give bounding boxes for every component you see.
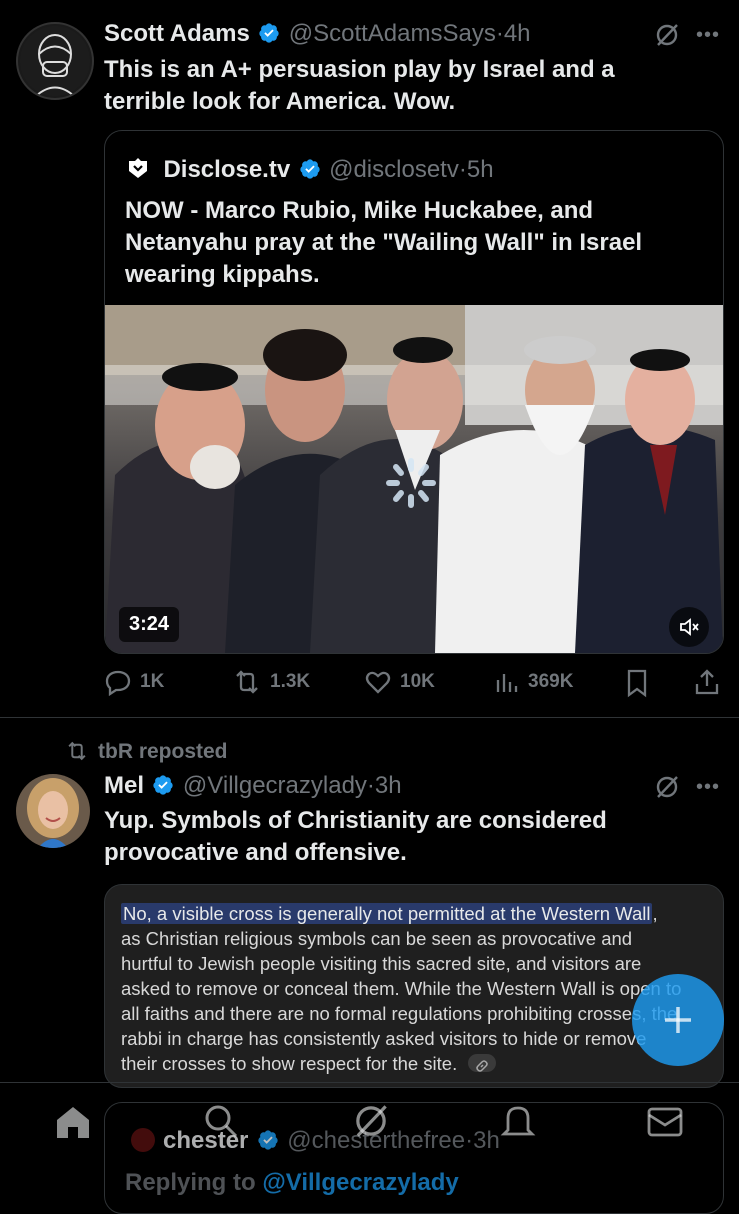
loading-spinner-icon	[386, 458, 436, 508]
tweet-divider	[0, 717, 739, 718]
compose-fab[interactable]	[632, 974, 724, 1066]
avatar-mel[interactable]	[16, 774, 90, 848]
repost-indicator-text[interactable]: tbR reposted	[98, 740, 228, 763]
share-button[interactable]	[694, 668, 720, 701]
views-button[interactable]: 369K	[494, 668, 573, 696]
replying-to: Replying to @Villgecrazylady	[125, 1169, 459, 1197]
author-name[interactable]: Mel	[104, 772, 144, 799]
replying-label: Replying to	[125, 1169, 256, 1196]
author-name[interactable]: Scott Adams	[104, 20, 250, 47]
repost-count: 1.3K	[270, 671, 311, 692]
video-duration-badge: 3:24	[119, 607, 180, 642]
quote-text-line: wearing kippahs.	[125, 261, 320, 288]
attached-text-line: as Christian religious symbols can be se…	[121, 928, 633, 949]
tweet-text: Yup. Symbols of Christianity are conside…	[104, 805, 714, 869]
quoted-tweet[interactable]: Disclose.tv @disclosetv·5h NOW - Marco R…	[104, 130, 724, 654]
author-handle[interactable]: @Villgecrazylady	[183, 772, 367, 799]
bookmark-button[interactable]	[624, 668, 650, 703]
search-tab[interactable]	[202, 1102, 240, 1145]
heart-icon	[365, 671, 391, 694]
attached-text-line: No, a visible cross is generally not per…	[121, 901, 713, 926]
attached-text-line: rabbi in charge has consistently asked v…	[121, 1028, 647, 1049]
quote-text-line: NOW - Marco Rubio, Mike Huckabee, and	[125, 197, 594, 224]
tweet-text-line: provocative and offensive.	[104, 839, 407, 866]
attached-text-image[interactable]: No, a visible cross is generally not per…	[104, 884, 724, 1088]
volume-muted-icon	[680, 618, 699, 636]
quote-text-line: Netanyahu pray at the "Wailing Wall" in …	[125, 229, 643, 256]
search-icon	[205, 1105, 238, 1138]
quote-author-handle[interactable]: @disclosetv	[329, 156, 459, 183]
attached-text-line: asked to remove or conceal them. While t…	[121, 978, 682, 999]
link-chip[interactable]	[468, 1054, 497, 1072]
dot-separator: ·	[458, 156, 467, 183]
tweet-text-line: terrible look for America. Wow.	[104, 88, 456, 115]
more-options-icon[interactable]: •••	[696, 24, 720, 47]
grok-icon[interactable]	[654, 774, 680, 805]
attached-text-line: their crosses to show respect for the si…	[121, 1051, 713, 1076]
replying-handle[interactable]: @Villgecrazylady	[262, 1169, 458, 1196]
grok-tab[interactable]	[352, 1102, 390, 1145]
bell-icon	[500, 1106, 536, 1136]
repost-icon	[68, 741, 86, 761]
bottom-nav	[0, 1094, 739, 1154]
reply-count: 1K	[140, 671, 165, 692]
link-icon	[476, 1060, 489, 1072]
tweet-text-line: This is an A+ persuasion play by Israel …	[104, 56, 615, 83]
repost-icon	[236, 670, 258, 694]
avatar-scott-adams[interactable]	[16, 22, 94, 100]
like-button[interactable]: 10K	[364, 668, 435, 696]
author-handle[interactable]: @ScottAdamsSays	[289, 20, 496, 47]
tweet-text-line: Yup. Symbols of Christianity are conside…	[104, 807, 607, 834]
quote-text: NOW - Marco Rubio, Mike Huckabee, and Ne…	[125, 195, 715, 291]
quote-author-name[interactable]: Disclose.tv	[163, 156, 290, 183]
reply-button[interactable]: 1K	[104, 668, 164, 696]
video-player[interactable]: 3:24	[105, 305, 723, 653]
reply-icon	[105, 670, 131, 696]
highlighted-text: No, a visible cross is generally not per…	[121, 903, 653, 924]
attached-text: No, a visible cross is generally not per…	[121, 901, 713, 1076]
share-icon	[695, 669, 719, 695]
tweet-text: This is an A+ persuasion play by Israel …	[104, 54, 714, 118]
bookmark-icon	[627, 669, 647, 698]
verified-badge-icon	[153, 775, 174, 795]
timestamp[interactable]: 4h	[504, 20, 531, 47]
mute-button[interactable]	[669, 607, 709, 647]
notifications-tab[interactable]	[500, 1102, 536, 1145]
messages-tab[interactable]	[646, 1106, 684, 1143]
views-icon	[496, 674, 518, 692]
tweet-divider	[0, 1082, 739, 1083]
quote-header: Disclose.tv @disclosetv·5h	[125, 155, 494, 184]
views-count: 369K	[528, 671, 574, 692]
tweet-header: Mel @Villgecrazylady·3h	[104, 772, 402, 800]
more-options-icon[interactable]: •••	[696, 776, 720, 799]
home-tab[interactable]	[54, 1104, 92, 1145]
dot-separator: ·	[495, 20, 504, 47]
quote-timestamp[interactable]: 5h	[467, 156, 494, 183]
disclose-logo-icon	[129, 158, 147, 178]
tweet-header: Scott Adams @ScottAdamsSays·4h	[104, 20, 531, 48]
attached-text-line: hurtful to Jewish people visiting this s…	[121, 953, 642, 974]
dot-separator: ·	[366, 772, 375, 799]
timestamp[interactable]: 3h	[375, 772, 402, 799]
plus-icon	[665, 1007, 691, 1033]
mail-icon	[647, 1107, 683, 1137]
home-icon	[57, 1107, 89, 1138]
verified-badge-icon	[259, 23, 279, 43]
verified-badge-icon	[300, 159, 320, 179]
like-count: 10K	[400, 671, 435, 692]
grok-icon	[356, 1105, 387, 1137]
attached-text-line: all faiths and there are no formal regul…	[121, 1003, 678, 1024]
repost-button[interactable]: 1.3K	[232, 668, 310, 696]
grok-icon[interactable]	[654, 22, 680, 53]
attached-text-fragment: ,	[652, 903, 658, 924]
repost-indicator: tbR reposted	[64, 740, 228, 764]
attached-text-fragment: their crosses to show respect for the si…	[121, 1053, 458, 1074]
